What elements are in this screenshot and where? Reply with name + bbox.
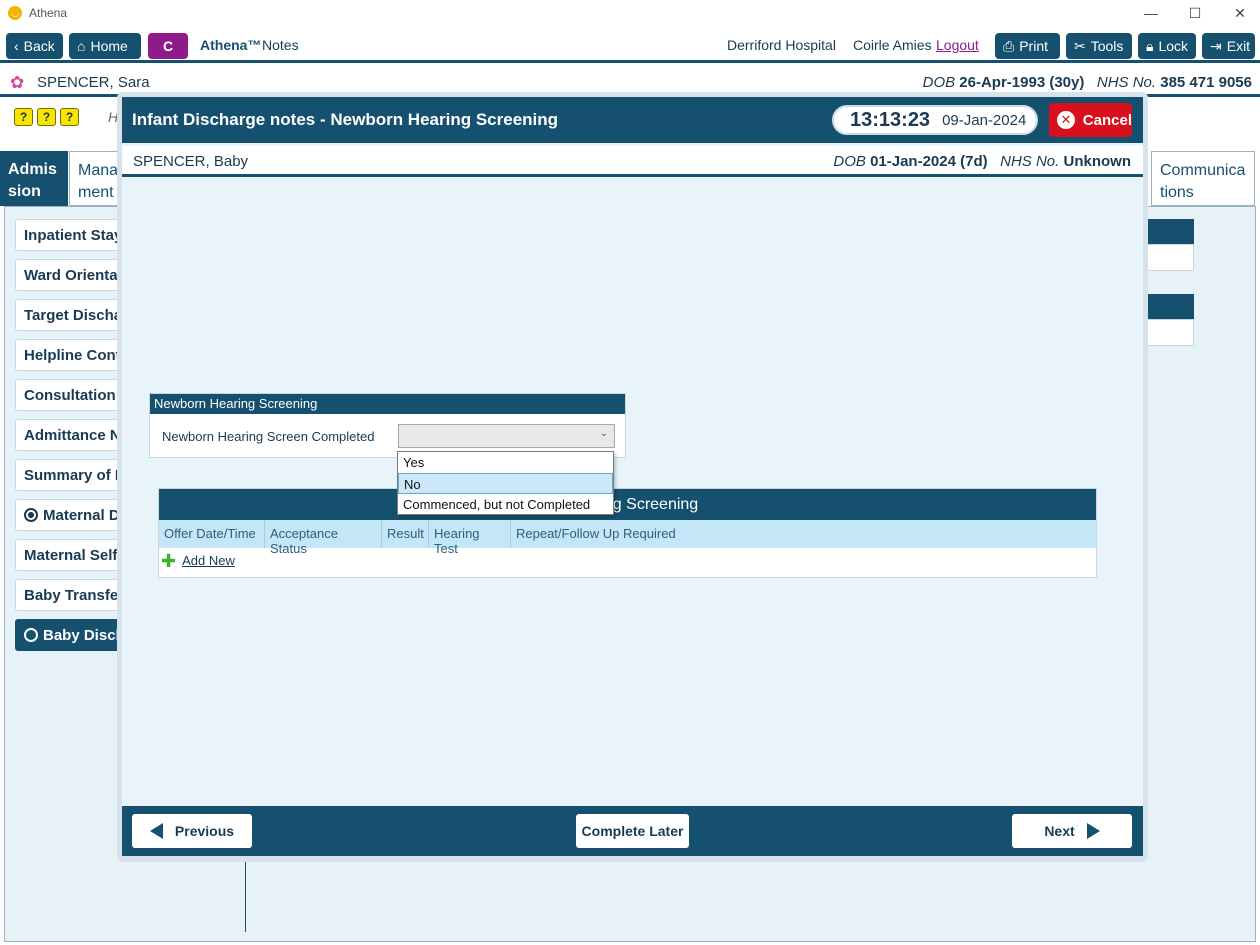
flower-icon: ✿ bbox=[10, 73, 25, 92]
modal-footer: Previous Complete Later Next bbox=[122, 806, 1143, 856]
cancel-button[interactable]: ✕ Cancel bbox=[1049, 103, 1132, 137]
tools-icon: ✂ bbox=[1074, 37, 1086, 54]
patient-meta: DOB 26-Apr-1993 (30y) NHS No. 385 471 90… bbox=[922, 74, 1252, 91]
next-button[interactable]: Next bbox=[1012, 814, 1132, 848]
clock-time: 13:13:23 bbox=[850, 108, 931, 131]
minimize-icon[interactable]: — bbox=[1128, 0, 1174, 26]
modal-header: Infant Discharge notes - Newborn Hearing… bbox=[122, 97, 1143, 143]
option-commenced[interactable]: Commenced, but not Completed bbox=[398, 494, 613, 515]
exit-button[interactable]: ⇥ Exit bbox=[1202, 33, 1255, 59]
patient-name: SPENCER, Sara bbox=[37, 74, 150, 91]
panel-header-bar bbox=[1146, 294, 1194, 319]
divider-line bbox=[245, 862, 246, 932]
add-new-link[interactable]: Add New bbox=[182, 553, 235, 568]
option-yes[interactable]: Yes bbox=[398, 452, 613, 473]
maximize-icon[interactable]: ☐ bbox=[1172, 0, 1218, 26]
baby-meta: DOB 01-Jan-2024 (7d) NHS No. Unknown bbox=[833, 153, 1131, 170]
table-title: g Screening bbox=[159, 489, 1096, 520]
baby-info-bar: SPENCER, Baby DOB 01-Jan-2024 (7d) NHS N… bbox=[122, 146, 1143, 177]
modal-body: Infant Discharge notes - Newborn Hearing… bbox=[122, 97, 1143, 856]
help-icon[interactable]: ? bbox=[37, 108, 56, 126]
back-button[interactable]: ‹ Back bbox=[6, 33, 63, 59]
table-header-row: Offer Date/Time Acceptance Status Result… bbox=[159, 520, 1096, 556]
card-title: Newborn Hearing Screening bbox=[150, 394, 625, 414]
infant-discharge-modal: Infant Discharge notes - Newborn Hearing… bbox=[117, 92, 1148, 862]
column-header: Offer Date/Time bbox=[159, 520, 265, 548]
athena-app-icon: ◡ bbox=[8, 6, 22, 20]
lock-button[interactable]: 🔒︎ Lock bbox=[1138, 33, 1196, 59]
home-button[interactable]: ⌂ Home bbox=[69, 33, 141, 59]
column-header: Hearing Test bbox=[429, 520, 511, 556]
column-header: Acceptance Status bbox=[265, 520, 382, 556]
screen-completed-select[interactable]: ⌄ bbox=[398, 424, 615, 448]
option-no[interactable]: No bbox=[398, 473, 613, 494]
c-button[interactable]: C bbox=[148, 33, 188, 59]
screen-completed-label: Newborn Hearing Screen Completed bbox=[162, 429, 375, 444]
column-header: Result bbox=[382, 520, 429, 548]
panel-body bbox=[1146, 244, 1194, 271]
column-header: Repeat/Follow Up Required bbox=[516, 526, 676, 541]
notes-label: Notes bbox=[262, 37, 299, 53]
panel-body bbox=[1146, 319, 1194, 346]
arrow-right-icon bbox=[1086, 823, 1100, 839]
tools-button[interactable]: ✂ Tools bbox=[1066, 33, 1132, 59]
previous-button[interactable]: Previous bbox=[132, 814, 252, 848]
tab-admission[interactable]: Admis sion bbox=[0, 151, 68, 206]
print-button[interactable]: ⎙ Print bbox=[995, 33, 1060, 59]
tab-communications[interactable]: Communica tions bbox=[1151, 151, 1255, 206]
printer-icon: ⎙ bbox=[1003, 37, 1015, 54]
main-toolbar: ‹ Back ⌂ Home C Athena™ Notes Derriford … bbox=[0, 29, 1260, 63]
clock-date: 09-Jan-2024 bbox=[942, 111, 1027, 129]
home-icon: ⌂ bbox=[77, 38, 86, 54]
chevron-left-icon: ‹ bbox=[14, 38, 19, 54]
add-new-row[interactable]: ✚ Add New bbox=[161, 550, 235, 571]
screen-completed-options: Yes No Commenced, but not Completed bbox=[397, 451, 614, 515]
complete-later-button[interactable]: Complete Later bbox=[576, 814, 689, 848]
close-icon[interactable]: ✕ bbox=[1217, 0, 1260, 26]
brand-name: Athena™ bbox=[200, 37, 262, 53]
window-titlebar: ◡ Athena — ☐ ✕ bbox=[0, 0, 1260, 26]
exit-icon: ⇥ bbox=[1210, 37, 1222, 54]
arrow-left-icon bbox=[149, 823, 163, 839]
alert-icons: ? ? ? bbox=[14, 108, 79, 126]
baby-name: SPENCER, Baby bbox=[133, 153, 249, 170]
user-name: Coirle Amies bbox=[853, 37, 932, 53]
help-list-icon[interactable]: ? bbox=[14, 108, 33, 126]
hearing-screening-table: g Screening Offer Date/Time Acceptance S… bbox=[158, 488, 1097, 578]
help-icon[interactable]: ? bbox=[60, 108, 79, 126]
lock-icon: 🔒︎ bbox=[1146, 37, 1154, 54]
hospital-name: Derriford Hospital bbox=[727, 37, 836, 53]
logout-link[interactable]: Logout bbox=[936, 37, 979, 53]
chevron-down-icon: ⌄ bbox=[599, 428, 608, 439]
close-circle-icon: ✕ bbox=[1057, 111, 1075, 129]
plus-icon: ✚ bbox=[161, 550, 177, 571]
radio-selected-icon bbox=[24, 508, 38, 522]
panel-header-bar bbox=[1146, 219, 1194, 244]
clock-display: 13:13:23 09-Jan-2024 bbox=[832, 105, 1038, 135]
modal-title: Infant Discharge notes - Newborn Hearing… bbox=[132, 110, 559, 129]
radio-empty-icon bbox=[24, 628, 38, 642]
window-title: Athena bbox=[29, 6, 68, 20]
hearing-screening-card: Newborn Hearing Screening Newborn Hearin… bbox=[149, 393, 626, 458]
